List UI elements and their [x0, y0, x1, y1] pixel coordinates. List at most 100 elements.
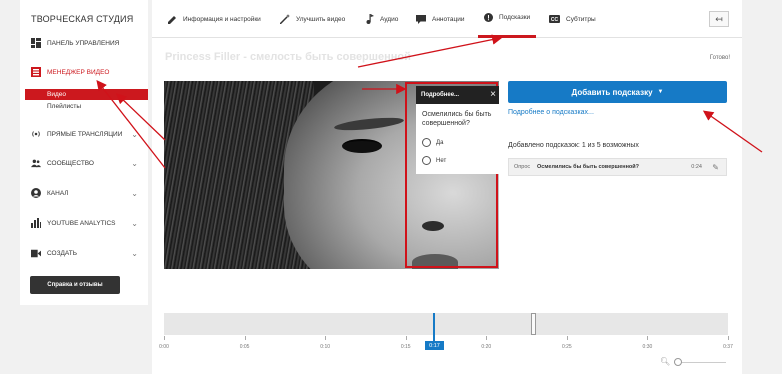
chevron-down-icon[interactable]: ⌄: [131, 159, 138, 168]
sidebar-item-community[interactable]: СООБЩЕСТВО ⌄: [20, 154, 148, 172]
zoom-icon: 🔍︎: [660, 357, 671, 366]
timeline-tick-mark: [244, 336, 246, 340]
sidebar-item-dashboard[interactable]: ПАНЕЛЬ УПРАВЛЕНИЯ: [20, 34, 148, 52]
tab-subtitles[interactable]: CC Субтитры: [549, 0, 596, 38]
timeline-tick-mark: [164, 336, 165, 340]
timeline-track[interactable]: [164, 313, 728, 335]
sidebar-item-label: СОЗДАТЬ: [47, 249, 77, 257]
tab-label: Улучшить видео: [296, 15, 346, 23]
back-button[interactable]: ↤: [709, 11, 729, 27]
card-list-item[interactable]: Опрос Осмелились бы быть совершенной? 0:…: [508, 158, 727, 176]
sidebar-item-label: ПАНЕЛЬ УПРАВЛЕНИЯ: [47, 39, 120, 47]
video-preview[interactable]: Подробнее... × Осмелились бы быть соверш…: [164, 81, 499, 269]
cards-count: Добавлено подсказок: 1 из 5 возможных: [508, 142, 639, 149]
sidebar-item-live[interactable]: ПРЯМЫЕ ТРАНСЛЯЦИИ ⌄: [20, 125, 148, 143]
current-time: 0:17: [425, 341, 444, 350]
comment-icon: [416, 14, 426, 24]
analytics-icon: [31, 218, 41, 228]
card-type: Опрос: [514, 164, 531, 170]
timeline-tick-label: 0:15: [400, 344, 411, 350]
timeline-tick-label: 0:25: [561, 344, 572, 350]
tab-annotations[interactable]: Аннотации: [416, 0, 465, 38]
sidebar-item-analytics[interactable]: YOUTUBE ANALYTICS ⌄: [20, 214, 148, 232]
card-question: Осмелились бы быть совершенной?: [422, 111, 492, 127]
timeline-tick-mark: [325, 336, 327, 340]
music-note-icon: [366, 14, 374, 24]
poll-option-yes[interactable]: Да: [422, 138, 443, 147]
svg-text:CC: CC: [551, 17, 559, 23]
cc-icon: CC: [549, 15, 560, 23]
tab-label: Информация и настройки: [183, 15, 261, 23]
chevron-down-icon[interactable]: ⌄: [131, 249, 138, 258]
timeline-tick-label: 0:30: [642, 344, 653, 350]
radio-icon: [422, 156, 431, 165]
create-icon: [31, 248, 41, 258]
sidebar-subitem-videos[interactable]: Видео: [25, 89, 148, 100]
dashboard-icon: [31, 38, 41, 48]
option-label: Нет: [436, 157, 447, 164]
caret-down-icon: ▼: [657, 89, 664, 95]
radio-icon: [422, 138, 431, 147]
save-status: Готово!: [709, 55, 730, 61]
magic-wand-icon: [280, 14, 290, 24]
video-manager-icon: [31, 67, 41, 77]
card-title: Осмелились бы быть совершенной?: [537, 164, 640, 170]
sidebar-item-label: КАНАЛ: [47, 189, 69, 197]
tab-info-settings[interactable]: Информация и настройки: [168, 0, 261, 38]
back-arrow-icon: ↤: [715, 13, 723, 24]
timeline-tick-label: 0:37: [723, 344, 733, 350]
tab-audio[interactable]: Аудио: [366, 0, 398, 38]
add-card-button[interactable]: Добавить подсказку ▼: [508, 81, 727, 103]
timeline-tick-mark: [405, 336, 407, 340]
zoom-knob[interactable]: [674, 358, 682, 366]
card-marker[interactable]: [531, 313, 536, 335]
timeline-tick-mark: [566, 336, 568, 340]
video-title: Princess Filler - смелость быть совершен…: [165, 51, 411, 63]
poll-card[interactable]: Подробнее... × Осмелились бы быть соверш…: [416, 86, 499, 174]
tab-cards[interactable]: Подсказки: [478, 0, 537, 38]
help-feedback-button[interactable]: Справка и отзывы: [30, 276, 120, 294]
card-time: 0:24: [691, 164, 702, 170]
playhead[interactable]: [433, 313, 435, 343]
tab-enhance[interactable]: Улучшить видео: [280, 0, 345, 38]
timeline-tick-label: 0:20: [481, 344, 492, 350]
live-icon: [31, 129, 41, 139]
timeline-tick-label: 0:00: [159, 344, 169, 350]
timeline-tick-label: 0:10: [320, 344, 331, 350]
card-header: Подробнее...: [416, 86, 499, 104]
sidebar-item-video-manager[interactable]: МЕНЕДЖЕР ВИДЕО: [20, 63, 148, 81]
chevron-down-icon[interactable]: ⌄: [131, 189, 138, 198]
sidebar-item-label: СООБЩЕСТВО: [47, 159, 94, 167]
sidebar-item-create[interactable]: СОЗДАТЬ ⌄: [20, 244, 148, 262]
main-panel: Информация и настройки Улучшить видео Ау…: [152, 0, 742, 374]
tab-label: Субтитры: [566, 15, 596, 23]
chevron-down-icon[interactable]: ⌄: [131, 219, 138, 228]
pencil-icon[interactable]: ✎: [712, 163, 719, 172]
title-bar: Princess Filler - смелость быть совершен…: [152, 44, 742, 68]
studio-title: ТВОРЧЕСКАЯ СТУДИЯ: [31, 14, 134, 24]
channel-icon: [31, 188, 41, 198]
option-label: Да: [436, 139, 444, 146]
community-icon: [31, 158, 41, 168]
sidebar: ТВОРЧЕСКАЯ СТУДИЯ ПАНЕЛЬ УПРАВЛЕНИЯ МЕНЕ…: [20, 0, 148, 305]
sidebar-subitem-playlists[interactable]: Плейлисты: [25, 101, 148, 112]
poll-option-no[interactable]: Нет: [422, 156, 446, 165]
video-frame-eye: [342, 139, 382, 153]
chevron-down-icon[interactable]: ⌄: [131, 130, 138, 139]
timeline-tick-label: 0:05: [239, 344, 250, 350]
timeline-tick-mark: [647, 336, 649, 340]
tab-label: Подсказки: [499, 14, 531, 21]
tab-label: Аудио: [380, 15, 399, 23]
learn-more-link[interactable]: Подробнее о подсказках...: [508, 109, 594, 116]
sidebar-item-channel[interactable]: КАНАЛ ⌄: [20, 184, 148, 202]
timeline-tick-mark: [486, 336, 488, 340]
add-card-label: Добавить подсказку: [571, 87, 653, 97]
info-icon: [484, 13, 493, 22]
sidebar-item-label: ПРЯМЫЕ ТРАНСЛЯЦИИ: [47, 130, 123, 138]
close-icon[interactable]: ×: [490, 89, 496, 101]
sidebar-item-label: YOUTUBE ANALYTICS: [47, 219, 116, 227]
sidebar-item-label: МЕНЕДЖЕР ВИДЕО: [47, 68, 110, 76]
timeline-tick-mark: [728, 336, 729, 340]
tab-label: Аннотации: [432, 15, 465, 23]
tab-bar: Информация и настройки Улучшить видео Ау…: [152, 0, 742, 38]
